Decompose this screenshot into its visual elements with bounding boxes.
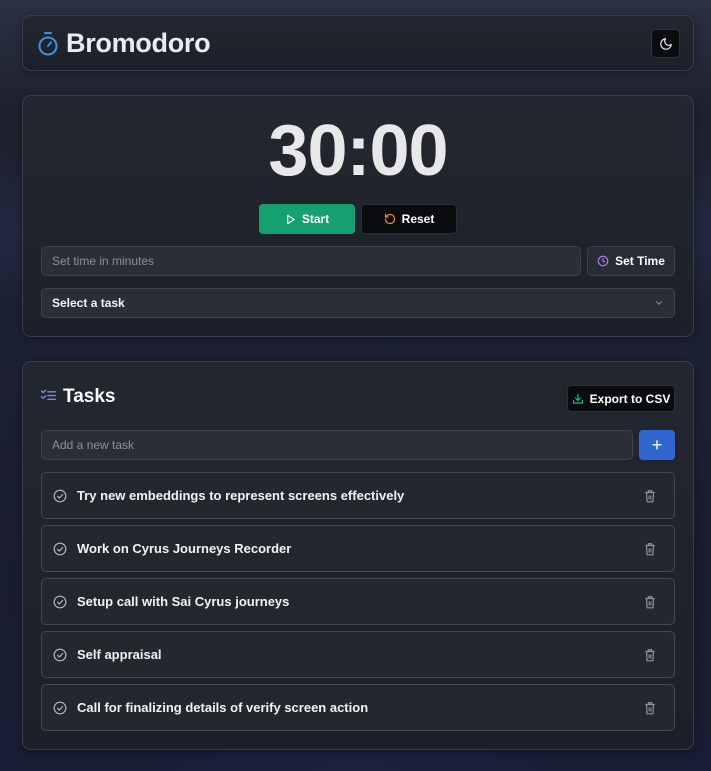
theme-toggle-button[interactable]: [651, 29, 680, 58]
play-icon: [285, 214, 296, 225]
task-item[interactable]: Setup call with Sai Cyrus journeys: [41, 578, 675, 625]
app-header: Bromodoro: [22, 15, 694, 71]
new-task-input[interactable]: Add a new task: [41, 430, 633, 460]
circle-check-icon[interactable]: [53, 595, 67, 609]
export-csv-button[interactable]: Export to CSV: [567, 385, 675, 412]
task-item[interactable]: Try new embeddings to represent screens …: [41, 472, 675, 519]
chevron-down-icon: [654, 298, 664, 308]
task-list: Try new embeddings to represent screens …: [41, 472, 675, 737]
trash-icon[interactable]: [644, 648, 656, 662]
trash-icon[interactable]: [644, 701, 656, 715]
start-label: Start: [301, 212, 330, 226]
download-icon: [572, 393, 584, 405]
task-text: Work on Cyrus Journeys Recorder: [77, 541, 292, 556]
plus-icon: +: [651, 434, 663, 455]
task-text: Self appraisal: [77, 647, 162, 662]
circle-check-icon[interactable]: [53, 542, 67, 556]
circle-check-icon[interactable]: [53, 701, 67, 715]
rotate-ccw-icon: [384, 213, 396, 225]
tasks-title: Tasks: [63, 386, 116, 407]
task-select[interactable]: Select a task: [41, 288, 675, 318]
new-task-placeholder: Add a new task: [52, 438, 135, 452]
timer-card: 30:00 Start Reset Set time in minutes Se…: [22, 95, 694, 337]
circle-check-icon[interactable]: [53, 489, 67, 503]
task-item[interactable]: Work on Cyrus Journeys Recorder: [41, 525, 675, 572]
trash-icon[interactable]: [644, 595, 656, 609]
timer-display: 30:00: [268, 111, 448, 191]
stopwatch-icon: [37, 31, 59, 57]
trash-icon[interactable]: [644, 489, 656, 503]
tasks-card: Tasks Export to CSV Add a new task + Try…: [22, 361, 694, 750]
time-input-placeholder: Set time in minutes: [52, 254, 155, 268]
set-time-button[interactable]: Set Time: [587, 246, 675, 276]
reset-button[interactable]: Reset: [361, 204, 457, 234]
task-text: Call for finalizing details of verify sc…: [77, 700, 369, 715]
task-text: Setup call with Sai Cyrus journeys: [77, 594, 290, 609]
reset-label: Reset: [401, 212, 435, 226]
add-task-button[interactable]: +: [639, 430, 675, 460]
moon-icon: [659, 37, 673, 51]
task-select-value: Select a task: [52, 296, 125, 310]
clock-icon: [597, 255, 609, 267]
task-text: Try new embeddings to represent screens …: [77, 488, 405, 503]
export-csv-label: Export to CSV: [589, 391, 671, 406]
time-input[interactable]: Set time in minutes: [41, 246, 581, 276]
start-button[interactable]: Start: [259, 204, 355, 234]
trash-icon[interactable]: [644, 542, 656, 556]
circle-check-icon[interactable]: [53, 648, 67, 662]
task-item[interactable]: Self appraisal: [41, 631, 675, 678]
task-item[interactable]: Call for finalizing details of verify sc…: [41, 684, 675, 731]
app-title: Bromodoro: [66, 28, 211, 58]
list-checks-icon: [41, 389, 56, 402]
set-time-label: Set Time: [615, 254, 665, 268]
